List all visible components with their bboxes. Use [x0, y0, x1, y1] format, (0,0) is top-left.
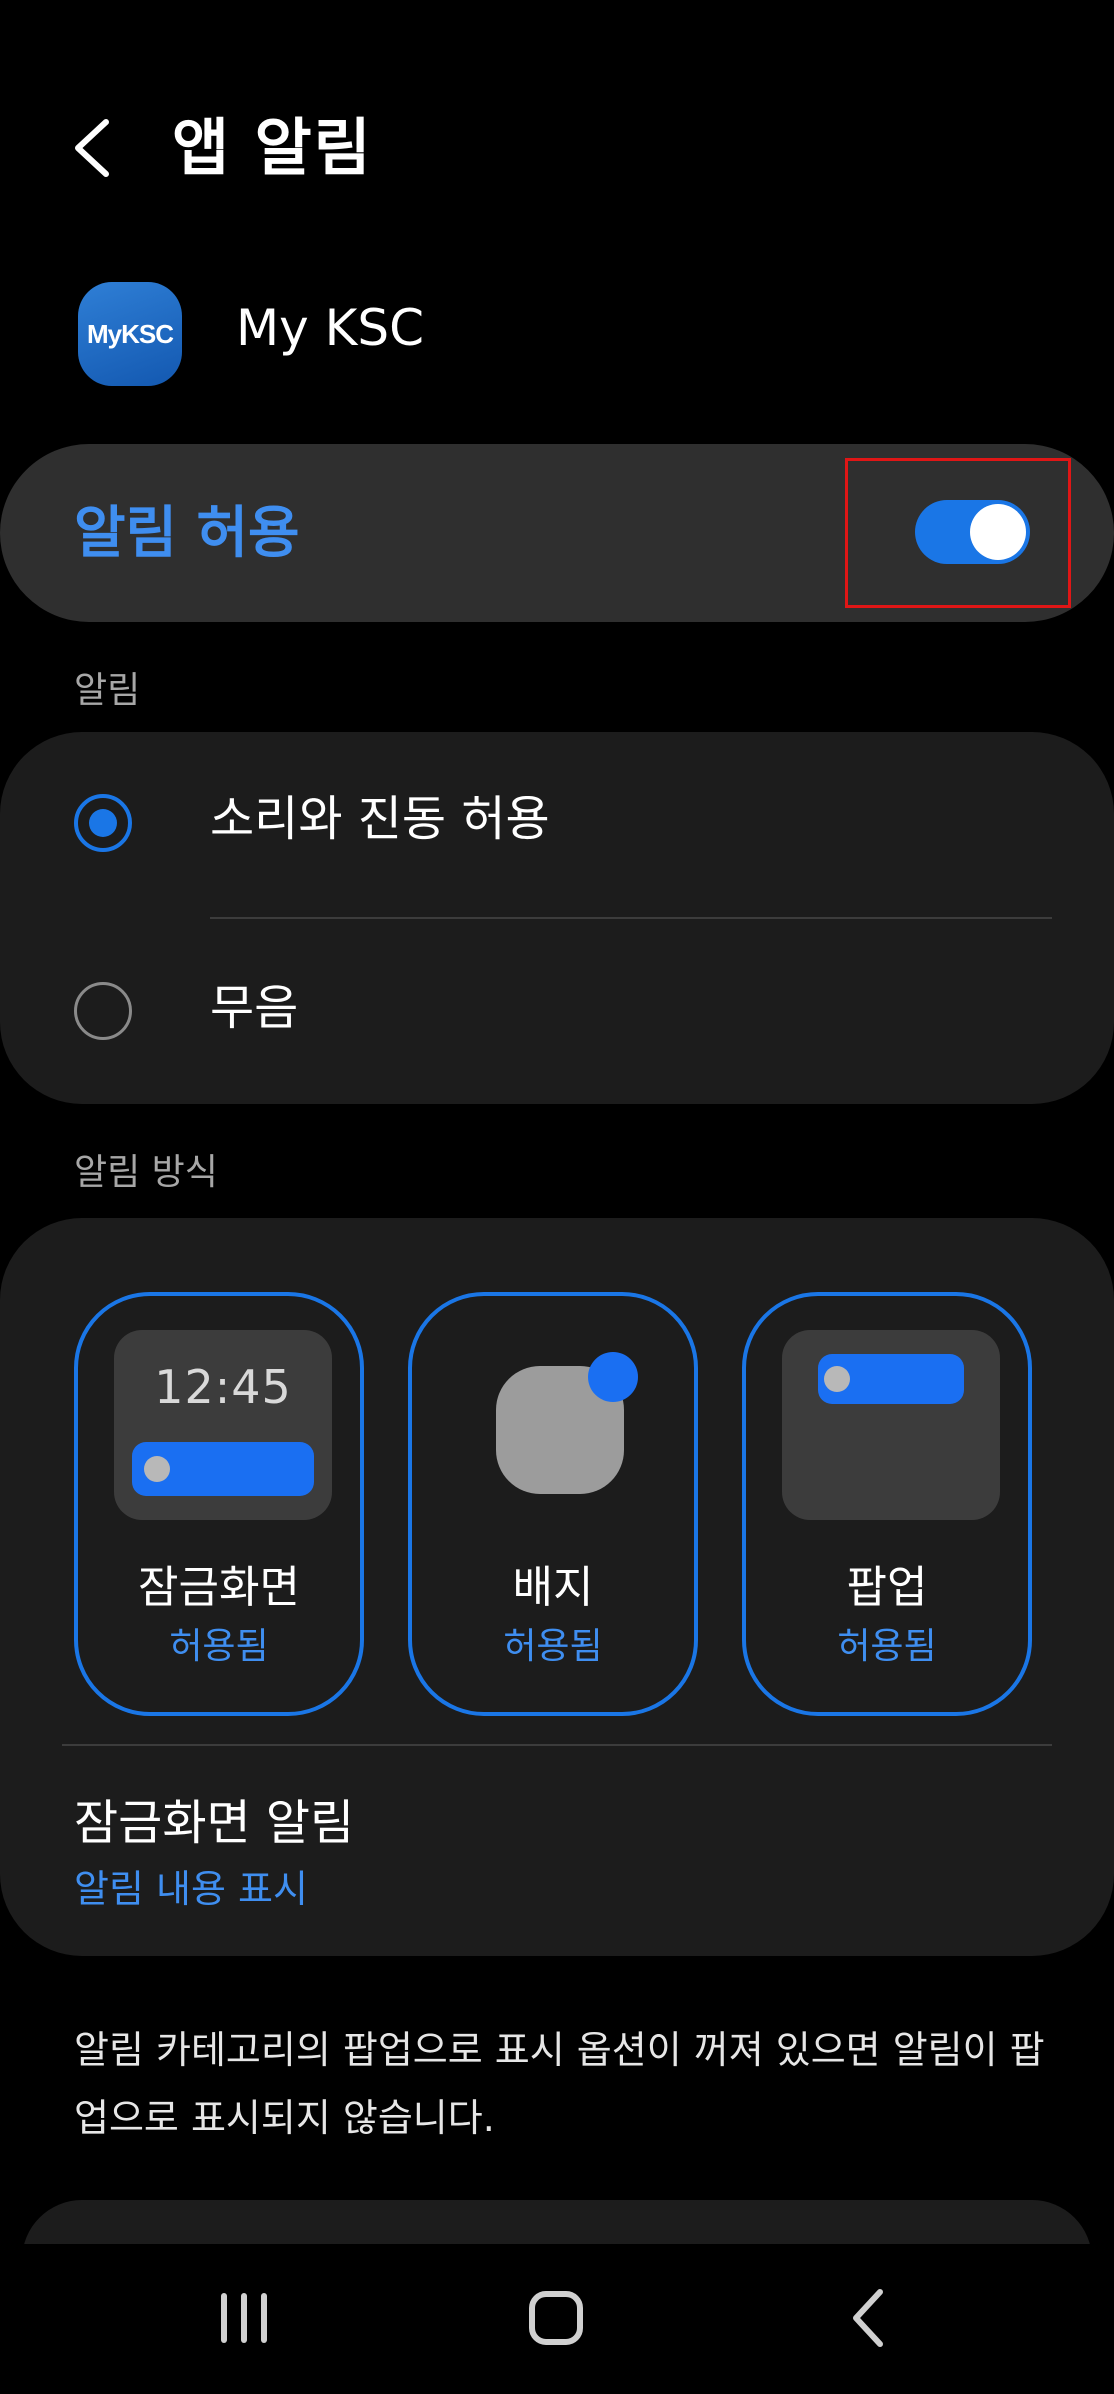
- tile-lock-screen-status: 허용됨: [169, 1626, 269, 1667]
- highlight-box: [845, 458, 1071, 608]
- preview-dot: [144, 1456, 170, 1482]
- home-icon: [529, 2291, 583, 2345]
- chevron-left-icon: [75, 119, 109, 177]
- section-label-alerts: 알림: [74, 670, 141, 711]
- tile-lock-screen-title: 잠금화면: [138, 1562, 300, 1613]
- back-button[interactable]: [62, 108, 122, 188]
- option-silent-label: 무음: [210, 980, 299, 1036]
- option-sound-vibration[interactable]: 소리와 진동 허용: [0, 746, 1114, 896]
- lock-screen-notifications-value: 알림 내용 표시: [74, 1867, 308, 1911]
- allow-notifications-label: 알림 허용: [74, 501, 300, 566]
- recents-button[interactable]: [184, 2258, 304, 2378]
- navigation-bar: [0, 2244, 1114, 2394]
- tile-popup-title: 팝업: [846, 1562, 928, 1613]
- tile-lock-screen[interactable]: 12:45 잠금화면 허용됨: [74, 1292, 364, 1716]
- popup-preview: [782, 1330, 1000, 1520]
- nav-back-button[interactable]: [808, 2258, 928, 2378]
- back-icon: [853, 2289, 883, 2347]
- preview-clock: 12:45: [154, 1360, 292, 1414]
- radio-sound-vibration[interactable]: [74, 794, 132, 852]
- tile-popup[interactable]: 팝업 허용됨: [742, 1292, 1032, 1716]
- tile-badge-title: 배지: [512, 1562, 594, 1613]
- app-name: My KSC: [236, 299, 425, 357]
- home-button[interactable]: [496, 2258, 616, 2378]
- radio-silent[interactable]: [74, 982, 132, 1040]
- app-icon-text: MyKSC: [86, 318, 174, 349]
- lock-screen-notifications-title: 잠금화면 알림: [74, 1795, 355, 1851]
- recents-icon: [221, 2293, 267, 2343]
- section-label-style: 알림 방식: [74, 1152, 218, 1193]
- tile-badge[interactable]: 배지 허용됨: [408, 1292, 698, 1716]
- info-text: 알림 카테고리의 팝업으로 표시 옵션이 꺼져 있으면 알림이 팝업으로 표시되…: [74, 2028, 1045, 2140]
- lock-screen-preview: 12:45: [114, 1330, 332, 1520]
- page-title: 앱 알림: [172, 111, 373, 184]
- tile-badge-status: 허용됨: [503, 1626, 603, 1667]
- badge-dot-icon: [588, 1352, 638, 1402]
- preview-popup-bar: [818, 1354, 964, 1404]
- option-silent[interactable]: 무음: [0, 935, 1114, 1085]
- divider: [210, 917, 1052, 919]
- divider: [62, 1744, 1052, 1746]
- app-icon: MyKSC: [78, 282, 182, 386]
- preview-notification-bar: [132, 1442, 314, 1496]
- option-sound-vibration-label: 소리와 진동 허용: [210, 791, 550, 847]
- preview-dot: [824, 1366, 850, 1392]
- tile-popup-status: 허용됨: [837, 1626, 937, 1667]
